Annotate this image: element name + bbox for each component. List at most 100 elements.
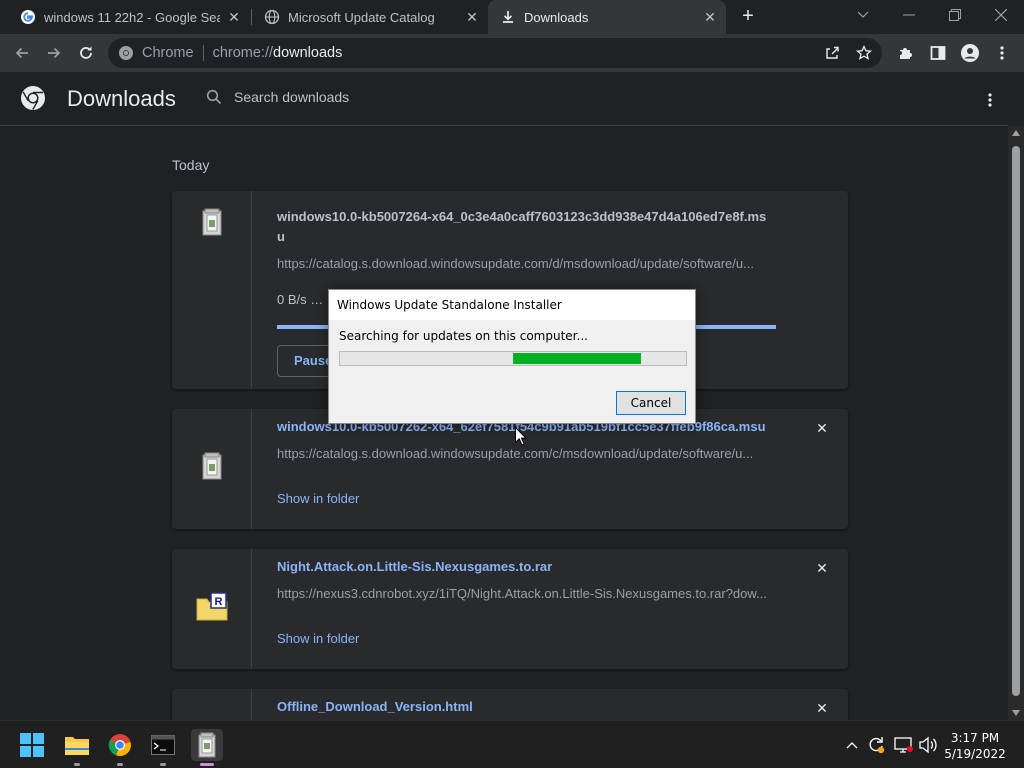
tab-label: Microsoft Update Catalog <box>288 9 435 25</box>
running-indicator <box>74 763 80 766</box>
taskbar-chrome[interactable] <box>104 729 136 766</box>
date-group-heading: Today <box>172 157 210 173</box>
scroll-up-arrow-icon <box>1012 130 1020 136</box>
remove-item-close-icon[interactable]: ✕ <box>812 698 832 718</box>
msu-package-icon <box>202 452 222 480</box>
file-icon-area <box>172 191 252 389</box>
taskbar: 3:17 PM 5/19/2022 <box>0 720 1024 768</box>
tab-google-search[interactable]: windows 11 22h2 - Google Search ✕ <box>8 0 250 34</box>
start-button[interactable] <box>16 729 48 761</box>
chrome-icon <box>119 46 133 60</box>
running-indicator <box>117 763 123 766</box>
remove-item-close-icon[interactable]: ✕ <box>812 558 832 578</box>
tab-label: Downloads <box>524 9 589 25</box>
close-window-button[interactable] <box>978 0 1024 30</box>
rar-archive-icon: R <box>196 592 228 621</box>
update-sync-icon[interactable] <box>866 735 886 755</box>
tab-downloads[interactable]: Downloads ✕ <box>488 0 726 34</box>
installer-package-icon <box>198 732 216 758</box>
page-scrollbar[interactable] <box>1008 126 1024 720</box>
side-panel-button[interactable] <box>924 39 952 67</box>
more-actions-icon[interactable] <box>988 92 992 108</box>
installer-progress-fill <box>513 353 641 364</box>
url-host: downloads <box>273 45 343 61</box>
search-icon <box>206 89 222 105</box>
forward-arrow-icon <box>48 47 61 59</box>
volume-icon[interactable] <box>918 735 938 755</box>
system-clock[interactable]: 3:17 PM 5/19/2022 <box>940 730 1010 762</box>
file-source-url[interactable]: https://catalog.s.download.windowsupdate… <box>277 446 777 461</box>
download-icon <box>503 11 513 23</box>
tab-microsoft-update-catalog[interactable]: Microsoft Update Catalog ✕ <box>252 0 488 34</box>
close-icon[interactable]: ✕ <box>464 9 480 25</box>
search-input[interactable] <box>234 89 834 105</box>
file-icon-area <box>172 409 252 529</box>
file-icon-area: R <box>172 549 252 669</box>
installer-progress-bar <box>339 351 687 366</box>
scrollbar-thumb[interactable] <box>1012 146 1020 696</box>
close-icon[interactable]: ✕ <box>226 9 242 25</box>
mouse-pointer-icon <box>515 427 527 446</box>
dialog-title: Windows Update Standalone Installer <box>329 290 695 320</box>
download-status: 0 B/s - 17 <box>277 292 327 307</box>
file-source-url[interactable]: https://catalog.s.download.windowsupdate… <box>277 256 777 271</box>
running-indicator <box>160 763 166 766</box>
vertical-dots-icon <box>1000 46 1004 60</box>
file-name: windows10.0-kb5007264-x64_0c3e4a0caff760… <box>277 209 767 244</box>
share-icon[interactable] <box>824 45 840 61</box>
tab-strip: windows 11 22h2 - Google Search ✕ Micros… <box>0 0 1024 34</box>
restore-button[interactable] <box>932 0 978 30</box>
show-in-folder-link[interactable]: Show in folder <box>277 631 359 646</box>
windows-start-icon <box>20 733 44 757</box>
file-name-link[interactable]: Offline_Download_Version.html <box>277 697 767 717</box>
taskbar-terminal[interactable] <box>147 729 179 766</box>
terminal-icon <box>151 735 175 755</box>
reload-button[interactable] <box>72 39 100 67</box>
download-item: windows10.0-kb5007262-x64_62ef7581f54c9b… <box>172 409 848 529</box>
download-item: R Night.Attack.on.Little-Sis.Nexusgames.… <box>172 549 848 669</box>
puzzle-piece-icon <box>900 48 912 59</box>
svg-text:R: R <box>215 596 223 608</box>
network-icon[interactable] <box>894 735 914 755</box>
profile-button[interactable] <box>956 39 984 67</box>
new-tab-button[interactable]: + <box>736 5 760 29</box>
taskbar-file-explorer[interactable] <box>61 729 93 766</box>
omnibox-divider <box>202 45 204 61</box>
extensions-button[interactable] <box>892 39 920 67</box>
profile-avatar-icon <box>961 44 979 62</box>
google-icon <box>21 10 35 24</box>
chrome-menu-button[interactable] <box>988 39 1016 67</box>
url-scheme: chrome:// <box>212 45 274 61</box>
clock-time: 3:17 PM <box>950 731 1000 745</box>
remove-item-close-icon[interactable]: ✕ <box>812 418 832 438</box>
update-installer-dialog: Windows Update Standalone Installer Sear… <box>328 289 696 424</box>
bookmark-star-icon[interactable] <box>856 45 872 61</box>
cancel-button[interactable]: Cancel <box>616 391 686 415</box>
show-in-folder-link[interactable]: Show in folder <box>277 491 359 506</box>
folder-icon <box>65 737 89 755</box>
file-name-link[interactable]: Night.Attack.on.Little-Sis.Nexusgames.to… <box>277 557 767 577</box>
minimize-button[interactable] <box>886 0 932 30</box>
show-hidden-icons-chevron-icon[interactable] <box>842 735 862 755</box>
globe-icon <box>264 9 280 25</box>
tab-search-chevron-icon[interactable] <box>840 0 886 30</box>
taskbar-update-installer[interactable] <box>191 729 223 766</box>
close-icon[interactable]: ✕ <box>702 9 718 25</box>
forward-button[interactable] <box>40 39 68 67</box>
clock-date: 5/19/2022 <box>944 747 1006 761</box>
side-panel-icon <box>930 46 946 60</box>
msu-package-icon <box>202 208 222 236</box>
tab-label: windows 11 22h2 - Google Search <box>44 9 220 25</box>
downloads-header: Downloads <box>0 72 1008 126</box>
page-title: Downloads <box>67 86 176 111</box>
site-chip-label: Chrome <box>142 45 194 61</box>
running-indicator <box>200 763 214 766</box>
chrome-logo-icon <box>21 86 45 110</box>
back-button[interactable] <box>8 39 36 67</box>
back-arrow-icon <box>15 47 28 59</box>
file-source-url[interactable]: https://nexus3.cdnrobot.xyz/1iTQ/Night.A… <box>277 586 777 601</box>
search-downloads-box[interactable] <box>192 77 868 117</box>
reload-icon <box>80 46 92 59</box>
dialog-message: Searching for updates on this computer..… <box>339 329 588 343</box>
address-bar[interactable]: Chrome chrome:// downloads <box>108 38 882 68</box>
